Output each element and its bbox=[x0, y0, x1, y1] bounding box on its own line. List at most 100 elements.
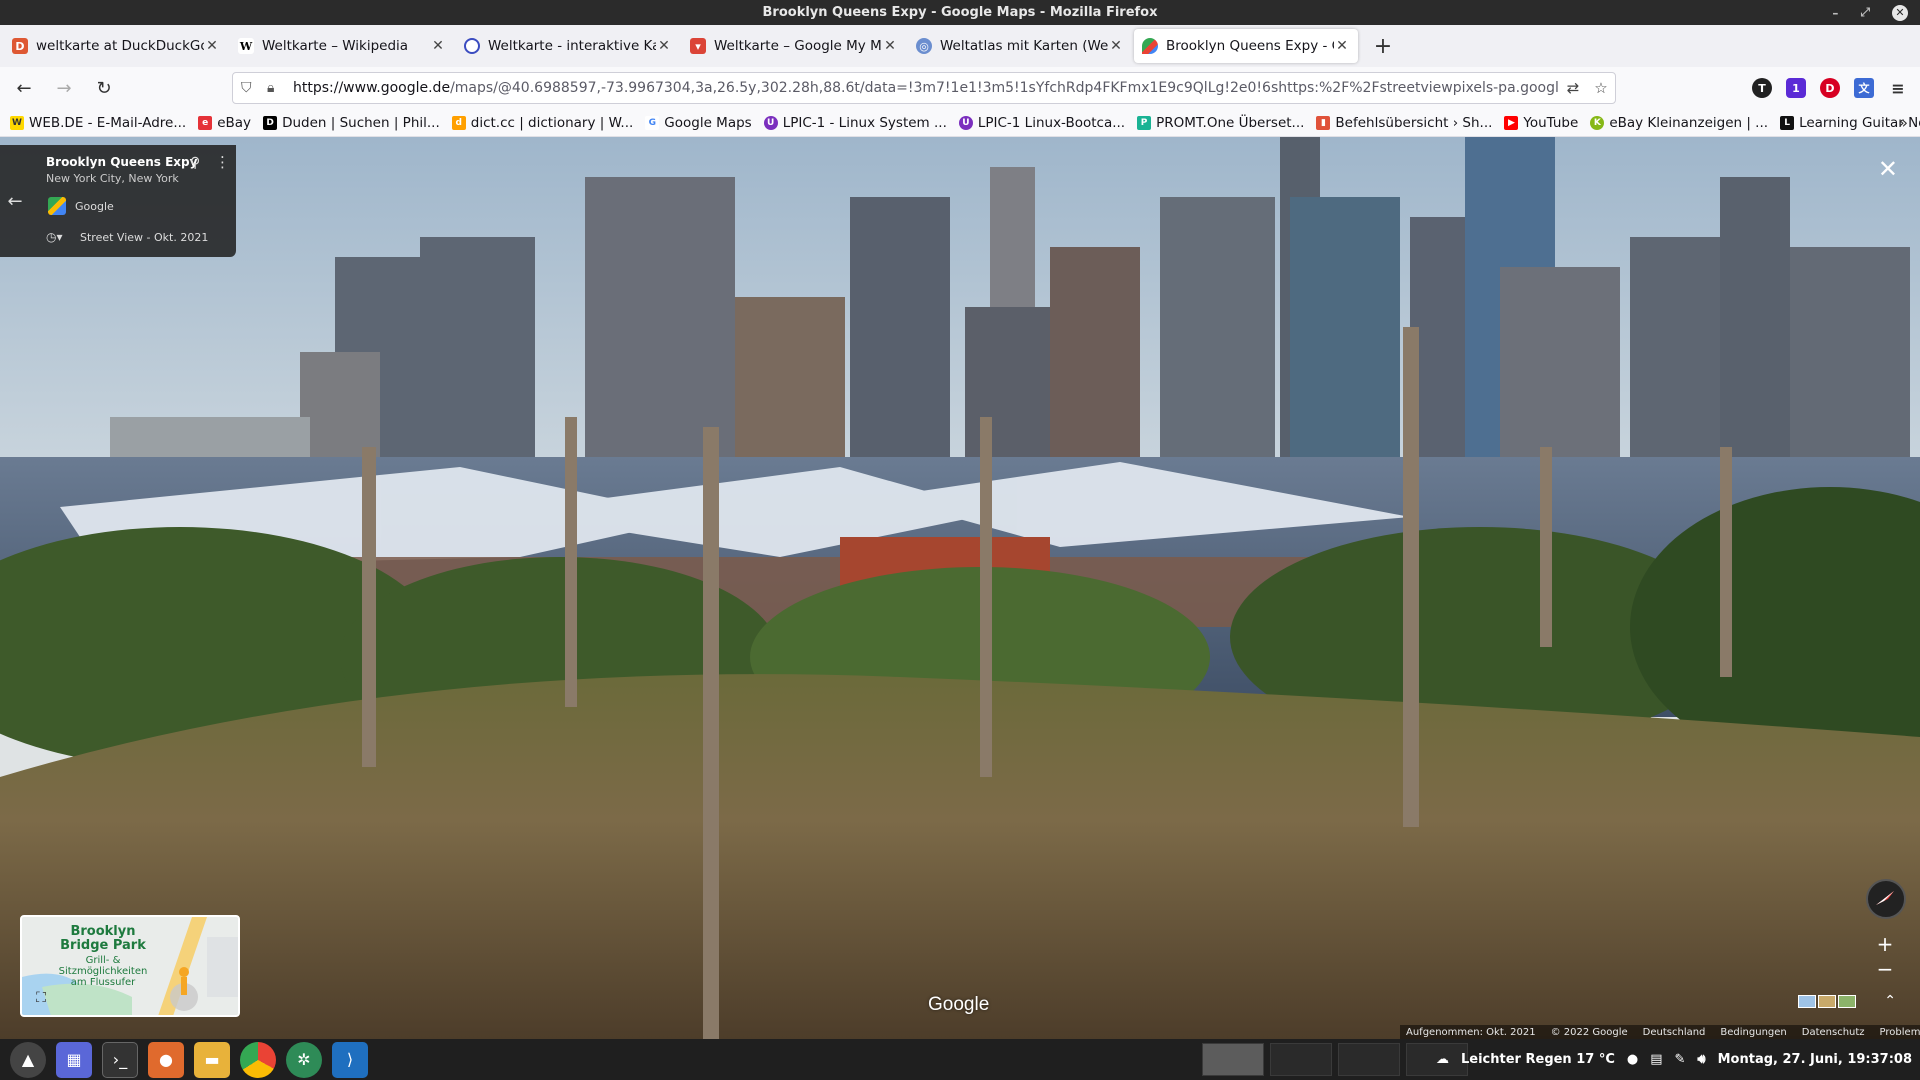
close-street-view-icon[interactable]: ✕ bbox=[1878, 155, 1898, 183]
shield-icon[interactable]: ⛉ bbox=[241, 80, 261, 96]
maximize-icon[interactable]: ⤢ bbox=[1860, 5, 1870, 20]
bookmark-lpic1-bootcamp[interactable]: U LPIC-1 Linux-Bootca... bbox=[958, 115, 1125, 131]
map-pin-icon[interactable]: ⚲ bbox=[190, 155, 200, 171]
firefox-icon[interactable]: ● bbox=[148, 1041, 184, 1078]
translate-icon[interactable]: ⇄ bbox=[1559, 79, 1587, 97]
tab-close-icon[interactable]: ✕ bbox=[882, 38, 898, 54]
start-menu-icon[interactable]: ▲ bbox=[10, 1041, 46, 1078]
imagery-thumbnails[interactable] bbox=[1798, 995, 1856, 1008]
more-bookmarks-icon[interactable]: » bbox=[1898, 113, 1908, 132]
udemy-icon: U bbox=[958, 115, 973, 130]
panorama-image bbox=[0, 137, 1920, 1039]
tab-weltatlas[interactable]: ◎ Weltatlas mit Karten (Welt ✕ bbox=[908, 29, 1132, 63]
url-text[interactable]: https://www.google.de/maps/@40.6988597,-… bbox=[293, 80, 1559, 96]
zoom-out-button[interactable]: − bbox=[1875, 957, 1895, 981]
tab-close-icon[interactable]: ✕ bbox=[656, 38, 672, 54]
tab-strip: D weltkarte at DuckDuckGo ✕ W Weltkarte … bbox=[0, 25, 1920, 67]
bookmark-duden[interactable]: D Duden | Suchen | Phil... bbox=[263, 115, 440, 131]
terms-link[interactable]: Bedingungen bbox=[1720, 1027, 1786, 1038]
youtube-icon: ▶ bbox=[1504, 115, 1519, 130]
compass-icon[interactable] bbox=[1866, 879, 1906, 919]
street-view-panorama[interactable]: ← Brooklyn Queens Expy New York City, Ne… bbox=[0, 137, 1920, 1039]
more-options-icon[interactable]: ⋮ bbox=[215, 153, 230, 171]
terminal-icon[interactable]: ›_ bbox=[102, 1041, 138, 1078]
mini-map-poi-label: Grill- & Sitzmöglichkeiten am Flussufer bbox=[58, 955, 148, 988]
tab-interaktive-karte[interactable]: Weltkarte - interaktive Karte ✕ bbox=[456, 29, 680, 63]
tab-label: Brooklyn Queens Expy - Goo bbox=[1166, 38, 1334, 54]
bookmark-star-icon[interactable]: ☆ bbox=[1587, 79, 1615, 97]
tab-close-icon[interactable]: ✕ bbox=[204, 38, 220, 54]
vscode-icon[interactable]: ⟩ bbox=[332, 1041, 368, 1078]
duden-icon: D bbox=[263, 115, 278, 130]
menu-icon[interactable]: ≡ bbox=[1888, 78, 1908, 98]
location-subtitle: New York City, New York bbox=[46, 172, 179, 185]
desktop-taskbar: ▲ ▦ ›_ ● ▬ ✲ ⟩ ☁ Leichter Regen 17 °C ● … bbox=[0, 1039, 1920, 1080]
t-extension-icon[interactable]: T bbox=[1752, 78, 1772, 98]
bookmark-befehlsuebersicht[interactable]: ▮ Befehlsübersicht › Sh... bbox=[1316, 115, 1492, 131]
tab-wikipedia[interactable]: W Weltkarte – Wikipedia ✕ bbox=[230, 29, 454, 63]
reload-button[interactable]: ↻ bbox=[88, 72, 120, 104]
bookmarks-toolbar: W WEB.DE - E-Mail-Adre... e eBay D Duden | … bbox=[0, 109, 1920, 137]
tab-close-icon[interactable]: ✕ bbox=[1334, 38, 1350, 54]
mini-map[interactable]: Brooklyn Bridge Park Grill- & Sitzmöglic… bbox=[20, 915, 240, 1017]
network-app-icon[interactable]: ✲ bbox=[286, 1041, 322, 1078]
bookmark-ebay-kleinanzeigen[interactable]: KeBay Kleinanzeigen | ... bbox=[1590, 115, 1768, 131]
privacy-link[interactable]: Datenschutz bbox=[1802, 1027, 1865, 1038]
clock[interactable]: Montag, 27. Juni, 19:37:08 bbox=[1718, 1052, 1912, 1067]
back-arrow-icon[interactable]: ← bbox=[0, 145, 30, 257]
tab-close-icon[interactable]: ✕ bbox=[430, 38, 446, 54]
workspace-2[interactable] bbox=[1270, 1043, 1332, 1076]
zoom-in-button[interactable]: + bbox=[1875, 932, 1895, 956]
bookmark-lpic1-system[interactable]: U LPIC-1 - Linux System ... bbox=[763, 115, 947, 131]
minimize-icon[interactable]: – bbox=[1832, 6, 1838, 20]
url-domain: https://www.google.de bbox=[293, 80, 451, 96]
provider-name: Google bbox=[75, 200, 114, 213]
bookmark-ebay[interactable]: e eBay bbox=[198, 115, 251, 131]
bookmark-google-maps[interactable]: G Google Maps bbox=[645, 115, 752, 131]
bookmark-youtube[interactable]: ▶ YouTube bbox=[1504, 115, 1578, 131]
clipboard-icon[interactable]: ▤ bbox=[1650, 1052, 1662, 1067]
tab-close-icon[interactable]: ✕ bbox=[1108, 38, 1124, 54]
bookmark-webde[interactable]: W WEB.DE - E-Mail-Adre... bbox=[10, 115, 186, 131]
files-icon[interactable]: ▬ bbox=[194, 1041, 230, 1078]
expand-up-icon[interactable]: ⌃ bbox=[1884, 993, 1896, 1009]
tab-my-maps[interactable]: ▾ Weltkarte – Google My Maps ✕ bbox=[682, 29, 906, 63]
history-clock-icon[interactable]: ◷▾ bbox=[46, 230, 63, 244]
ublock-icon[interactable]: 1 bbox=[1786, 78, 1806, 98]
bookmark-dictcc[interactable]: d dict.cc | dictionary | W... bbox=[451, 115, 633, 131]
workspace-1[interactable] bbox=[1202, 1043, 1264, 1076]
lock-icon[interactable]: 🔒︎ bbox=[267, 80, 287, 96]
tab-duckduckgo[interactable]: D weltkarte at DuckDuckGo ✕ bbox=[4, 29, 228, 63]
address-bar[interactable]: ⛉ 🔒︎ https://www.google.de/maps/@40.6988… bbox=[232, 72, 1616, 104]
ebay-icon: e bbox=[198, 115, 213, 130]
d-extension-icon[interactable]: D bbox=[1820, 78, 1840, 98]
volume-icon[interactable]: 🔊︎ bbox=[1697, 1052, 1705, 1067]
desktop-icon[interactable]: ▦ bbox=[56, 1041, 92, 1078]
translate-extension-icon[interactable]: 文 bbox=[1854, 78, 1874, 98]
tab-label: Weltkarte – Wikipedia bbox=[262, 38, 409, 54]
thumbnail-1[interactable] bbox=[1798, 995, 1816, 1008]
close-window-icon[interactable]: ✕ bbox=[1892, 4, 1908, 21]
street-view-date[interactable]: Street View - Okt. 2021 bbox=[80, 231, 208, 244]
report-problem-link[interactable]: Problem melden bbox=[1880, 1027, 1920, 1038]
forward-button[interactable]: → bbox=[48, 72, 80, 104]
window-titlebar: Brooklyn Queens Expy - Google Maps - Moz… bbox=[0, 0, 1920, 25]
region-link[interactable]: Deutschland bbox=[1643, 1027, 1706, 1038]
back-button[interactable]: ← bbox=[8, 72, 40, 104]
thumbnail-2[interactable] bbox=[1818, 995, 1836, 1008]
copyright: © 2022 Google bbox=[1550, 1026, 1628, 1038]
wikipedia-icon: W bbox=[238, 38, 254, 54]
chrome-icon[interactable] bbox=[240, 1041, 276, 1078]
weather-text[interactable]: Leichter Regen 17 °C bbox=[1461, 1052, 1615, 1067]
new-tab-button[interactable]: + bbox=[1368, 31, 1398, 61]
google-watermark: Google bbox=[928, 994, 990, 1015]
bookmark-promt[interactable]: P PROMT.One Überset... bbox=[1137, 115, 1304, 131]
dictcc-icon: d bbox=[451, 115, 466, 130]
color-picker-icon[interactable]: ● bbox=[1627, 1052, 1638, 1067]
pen-icon[interactable]: ✎ bbox=[1675, 1052, 1686, 1067]
thumbnail-3[interactable] bbox=[1838, 995, 1856, 1008]
fullscreen-icon[interactable]: ⛶ bbox=[30, 987, 52, 1009]
workspace-3[interactable] bbox=[1338, 1043, 1400, 1076]
tab-google-maps[interactable]: Brooklyn Queens Expy - Goo ✕ bbox=[1134, 29, 1358, 63]
weather-icon[interactable]: ☁ bbox=[1436, 1052, 1449, 1067]
